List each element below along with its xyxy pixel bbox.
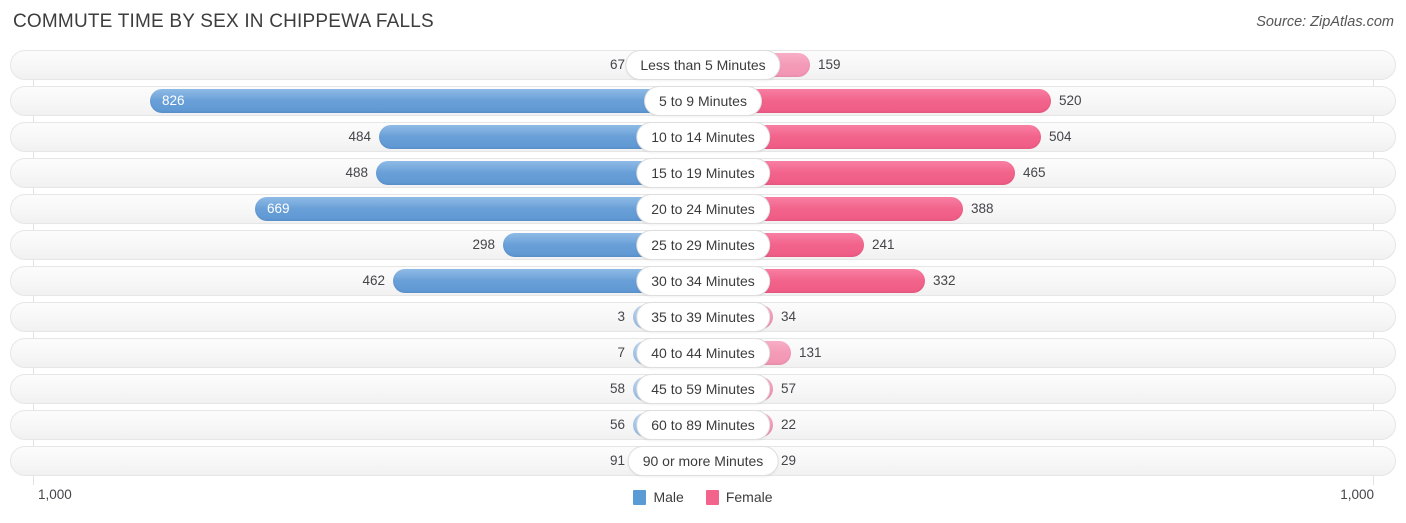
legend-label-female: Female <box>725 489 773 505</box>
bar-value-male: 488 <box>345 165 368 180</box>
bar-pair: 484 504 10 to 14 Minutes <box>0 122 1406 152</box>
source-attribution: Source: ZipAtlas.com <box>1256 14 1394 30</box>
bar-value-female: 131 <box>799 345 822 360</box>
bar-pair: 298 241 25 to 29 Minutes <box>0 230 1406 260</box>
legend-item-male[interactable]: Male <box>633 489 684 505</box>
bar-row-list: 67 159 Less than 5 Minutes 826 520 5 to 9 Min… <box>0 50 1406 482</box>
legend-swatch-female-icon <box>705 489 719 505</box>
category-label[interactable]: 40 to 44 Minutes <box>636 338 770 368</box>
bar-pair: 826 520 5 to 9 Minutes <box>0 86 1406 116</box>
bar-value-female: 504 <box>1049 129 1072 144</box>
bar-value-male: 7 <box>617 345 625 360</box>
bar-value-male: 3 <box>617 309 625 324</box>
legend-label-male: Male <box>653 489 684 505</box>
bar-value-female: 332 <box>933 273 956 288</box>
category-label[interactable]: 60 to 89 Minutes <box>636 410 770 440</box>
category-label[interactable]: 15 to 19 Minutes <box>636 158 770 188</box>
bar-row[interactable]: 3 34 35 to 39 Minutes <box>0 302 1406 332</box>
category-label[interactable]: Less than 5 Minutes <box>625 50 781 80</box>
bar-value-female: 465 <box>1023 165 1046 180</box>
legend-item-female[interactable]: Female <box>705 489 773 505</box>
bar-value-male: 91 <box>609 453 625 468</box>
bar-value-male: 58 <box>609 381 625 396</box>
bar-value-female: 29 <box>781 453 797 468</box>
legend-swatch-male-icon <box>633 489 647 505</box>
bar-value-male: 298 <box>472 237 495 252</box>
category-label[interactable]: 35 to 39 Minutes <box>636 302 770 332</box>
bar-pair: 58 57 45 to 59 Minutes <box>0 374 1406 404</box>
bar-value-male: 669 <box>267 201 290 216</box>
bar-value-male: 826 <box>162 93 185 108</box>
category-label[interactable]: 20 to 24 Minutes <box>636 194 770 224</box>
bar-row[interactable]: 826 520 5 to 9 Minutes <box>0 86 1406 116</box>
bar-male[interactable] <box>150 89 703 113</box>
bar-row[interactable]: 484 504 10 to 14 Minutes <box>0 122 1406 152</box>
bar-pair: 67 159 Less than 5 Minutes <box>0 50 1406 80</box>
bar-value-female: 159 <box>818 57 841 72</box>
category-label[interactable]: 5 to 9 Minutes <box>644 86 762 116</box>
bar-row[interactable]: 7 131 40 to 44 Minutes <box>0 338 1406 368</box>
bar-row[interactable]: 298 241 25 to 29 Minutes <box>0 230 1406 260</box>
bar-pair: 56 22 60 to 89 Minutes <box>0 410 1406 440</box>
bar-row[interactable]: 462 332 30 to 34 Minutes <box>0 266 1406 296</box>
bar-value-female: 34 <box>781 309 797 324</box>
plot-area: 67 159 Less than 5 Minutes 826 520 5 to 9 Min… <box>0 50 1406 485</box>
commute-time-chart: COMMUTE TIME BY SEX IN CHIPPEWA FALLS So… <box>0 0 1406 523</box>
bar-pair: 3 34 35 to 39 Minutes <box>0 302 1406 332</box>
bar-value-female: 241 <box>872 237 895 252</box>
category-label[interactable]: 10 to 14 Minutes <box>636 122 770 152</box>
bar-row[interactable]: 488 465 15 to 19 Minutes <box>0 158 1406 188</box>
bar-pair: 488 465 15 to 19 Minutes <box>0 158 1406 188</box>
bar-pair: 669 388 20 to 24 Minutes <box>0 194 1406 224</box>
category-label[interactable]: 45 to 59 Minutes <box>636 374 770 404</box>
page-title: COMMUTE TIME BY SEX IN CHIPPEWA FALLS <box>13 11 434 32</box>
bar-value-male: 462 <box>362 273 385 288</box>
bar-value-female: 22 <box>781 417 797 432</box>
bar-value-male: 56 <box>609 417 625 432</box>
bar-row[interactable]: 67 159 Less than 5 Minutes <box>0 50 1406 80</box>
bar-value-female: 57 <box>781 381 797 396</box>
bar-row[interactable]: 56 22 60 to 89 Minutes <box>0 410 1406 440</box>
legend: Male Female <box>0 485 1406 509</box>
bar-row[interactable]: 669 388 20 to 24 Minutes <box>0 194 1406 224</box>
category-label[interactable]: 25 to 29 Minutes <box>636 230 770 260</box>
bar-pair: 7 131 40 to 44 Minutes <box>0 338 1406 368</box>
category-label[interactable]: 30 to 34 Minutes <box>636 266 770 296</box>
bar-value-male: 484 <box>348 129 371 144</box>
category-label[interactable]: 90 or more Minutes <box>627 446 779 476</box>
chart-footer: 1,000 1,000 Male Female <box>0 485 1406 523</box>
bar-value-male: 67 <box>609 57 625 72</box>
bar-pair: 91 29 90 or more Minutes <box>0 446 1406 476</box>
bar-value-female: 520 <box>1059 93 1082 108</box>
bar-row[interactable]: 91 29 90 or more Minutes <box>0 446 1406 476</box>
bar-value-female: 388 <box>971 201 994 216</box>
bar-pair: 462 332 30 to 34 Minutes <box>0 266 1406 296</box>
chart-header: COMMUTE TIME BY SEX IN CHIPPEWA FALLS So… <box>0 0 1406 46</box>
bar-row[interactable]: 58 57 45 to 59 Minutes <box>0 374 1406 404</box>
